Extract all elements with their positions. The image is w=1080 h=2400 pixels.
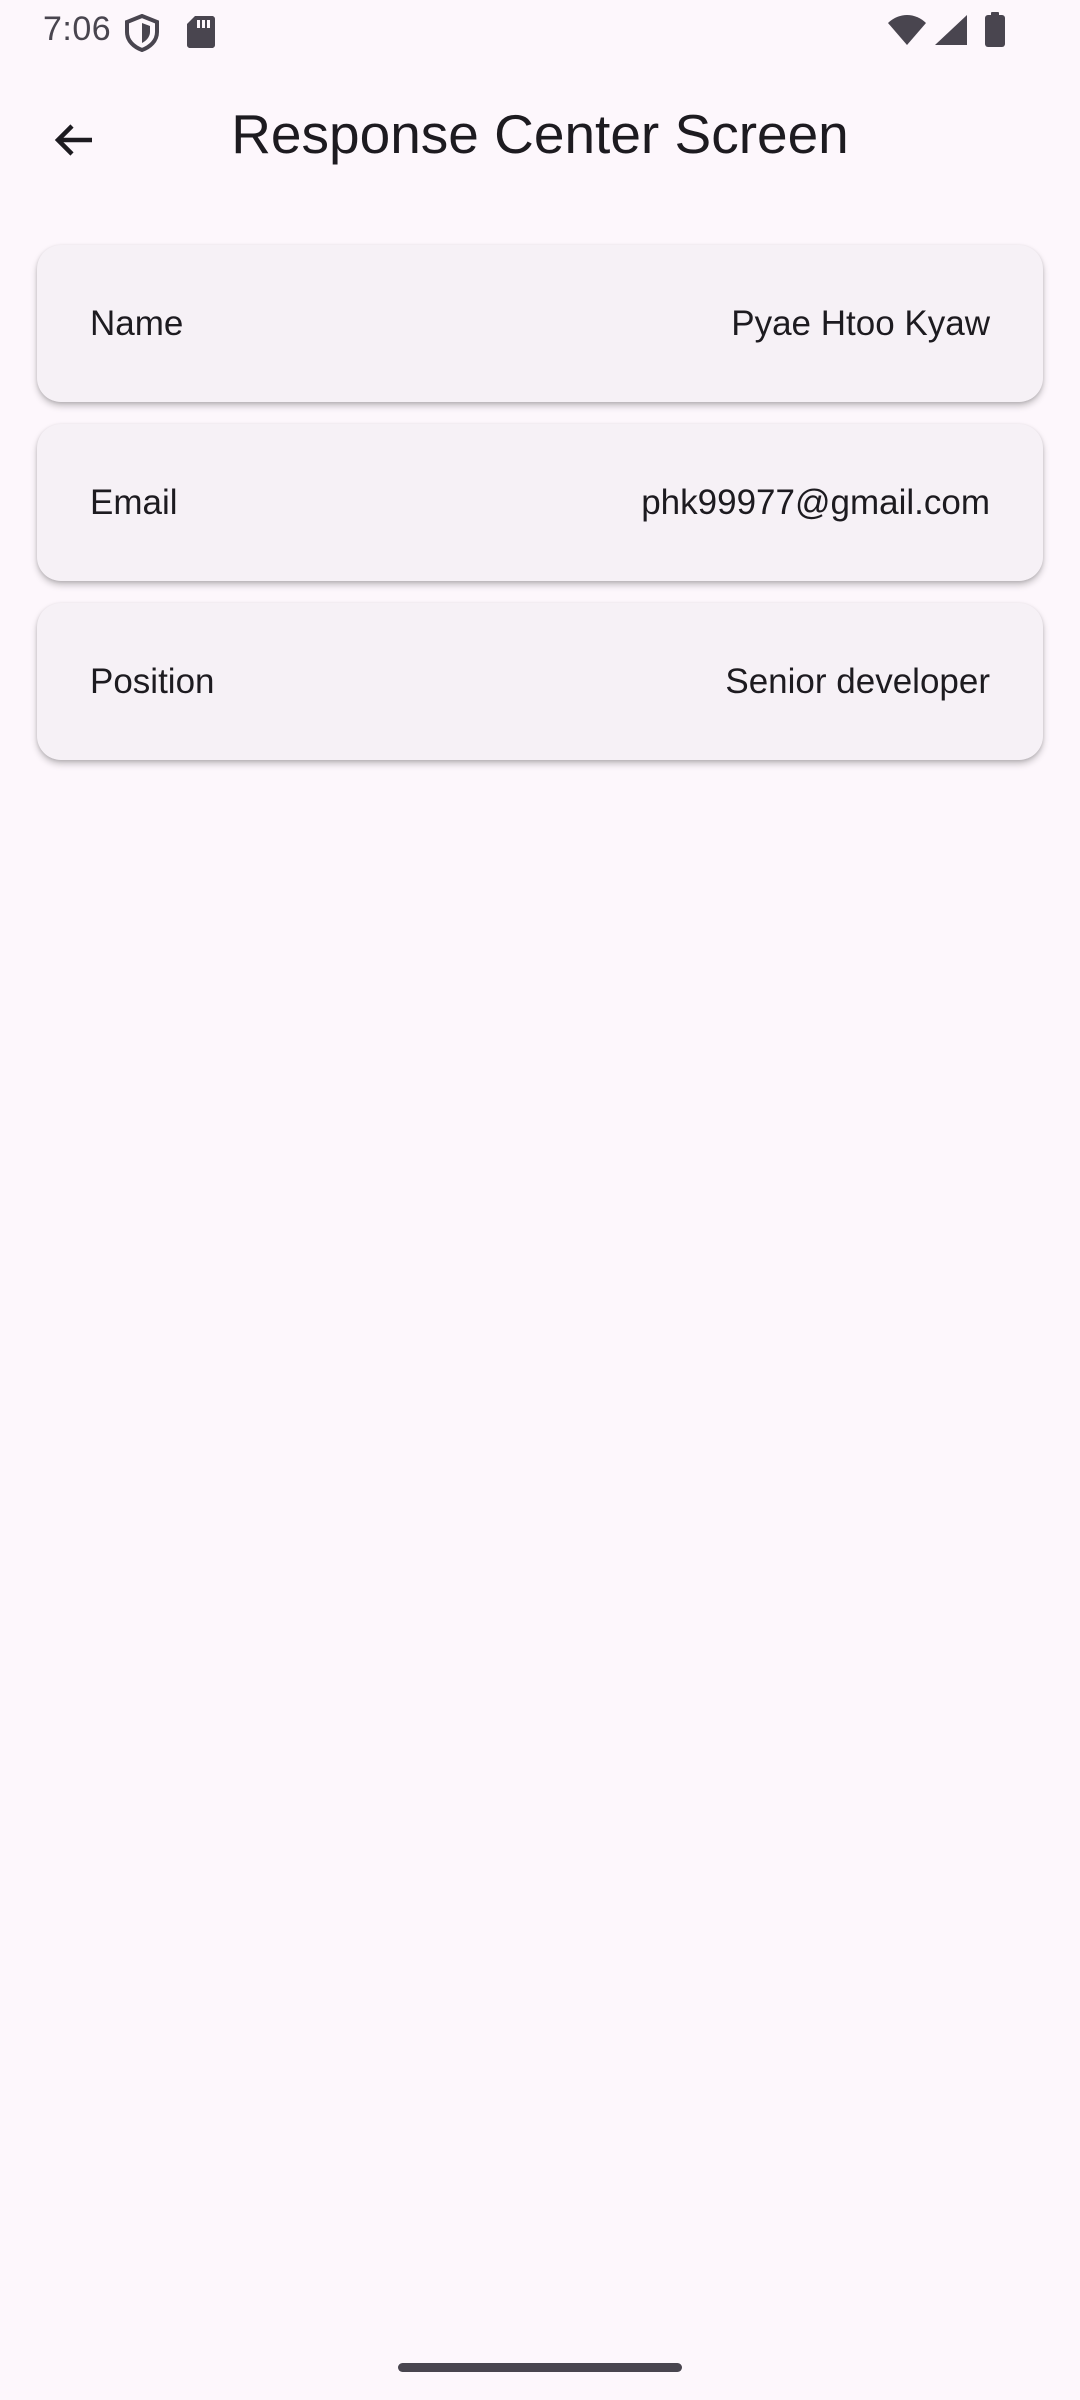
page-title: Response Center Screen — [231, 103, 849, 165]
detail-label: Email — [90, 482, 178, 522]
home-indicator[interactable] — [398, 2363, 682, 2372]
shield-icon — [124, 13, 160, 57]
detail-value: Senior developer — [725, 661, 990, 701]
detail-value: Pyae Htoo Kyaw — [731, 303, 990, 343]
detail-label: Name — [90, 303, 184, 343]
detail-card-position: Position Senior developer — [37, 603, 1043, 760]
status-time: 7:06 — [43, 10, 112, 48]
detail-value: phk99977@gmail.com — [641, 482, 990, 522]
battery-icon — [984, 12, 1006, 53]
detail-card-email: Email phk99977@gmail.com — [37, 424, 1043, 581]
status-bar: 7:06 — [0, 0, 1080, 62]
sd-card-icon — [186, 15, 216, 54]
cellular-signal-icon — [934, 14, 968, 51]
detail-card-name: Name Pyae Htoo Kyaw — [37, 245, 1043, 402]
details-list: Name Pyae Htoo Kyaw Email phk99977@gmail… — [37, 245, 1043, 782]
wifi-icon — [887, 14, 927, 51]
detail-label: Position — [90, 661, 215, 701]
app-bar: Response Center Screen — [0, 62, 1080, 210]
